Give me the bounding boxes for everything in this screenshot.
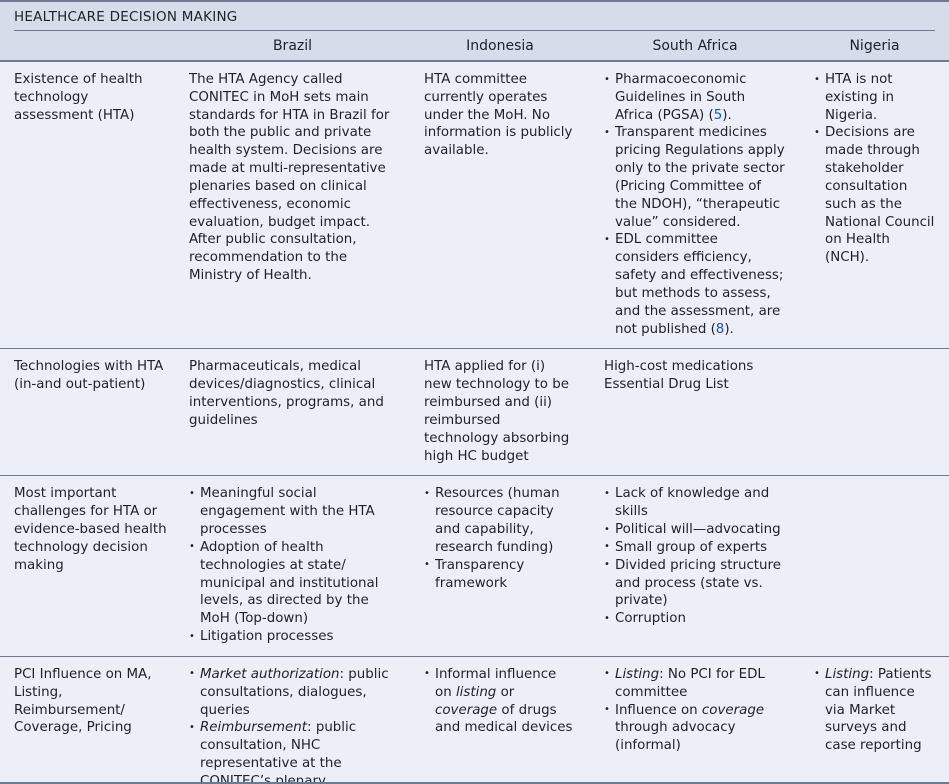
table-cell-south_africa: High-cost medications Essential Drug List [590,349,800,475]
bullet-item: Adoption of health technologies at state… [189,538,396,628]
bullet-item: Lack of knowledge and skills [604,485,786,521]
bullet-lead-term: Market authorization [200,666,340,682]
table-cell-nigeria: Listing: Patients can influence via Mark… [800,657,949,782]
table-cell-south_africa: Pharmacoeconomic Guidelines in South Afr… [590,62,800,348]
bullet-lead-term: Listing [615,666,660,682]
column-header-row: Brazil Indonesia South Africa Nigeria [0,31,949,60]
table-header: HEALTHCARE DECISION MAKING Brazil Indone… [0,2,949,62]
bullet-list: Listing: Patients can influence via Mark… [814,665,935,755]
bullet-item: Informal influence on listing or coverag… [424,665,576,737]
table-caption-row: HEALTHCARE DECISION MAKING [0,2,949,30]
table-cell-indonesia: HTA committee currently operates under t… [410,62,590,348]
bullet-item: Small group of experts [604,538,786,557]
table-cell-indonesia: HTA applied for (i) new technology to be… [410,349,590,475]
bullet-lead-term: Reimbursement [200,720,308,736]
reference-link[interactable]: 5 [714,108,723,123]
table-cell-brazil: Pharmaceuticals, medical devices/diagnos… [175,349,410,475]
table-cell-criterion: Existence of health technology assessmen… [0,62,175,348]
bullet-list: Market authorization: public consultatio… [189,665,396,782]
table-cell-criterion: Most important challenges for HTA or evi… [0,476,175,655]
bullet-emphasis: coverage [701,702,765,718]
table-row: Most important challenges for HTA or evi… [0,476,949,657]
cell-paragraph: HTA committee currently operates under t… [424,72,573,159]
table-row: Technologies with HTA (in-and out-patien… [0,349,949,477]
bullet-list: Meaningful social engagement with the HT… [189,485,396,645]
cell-paragraph: The HTA Agency called CONITEC in MoH set… [189,72,390,284]
table-caption: HEALTHCARE DECISION MAKING [14,9,238,25]
row-criterion-label: PCI Influence on MA, Listing, Reimbursem… [14,666,152,736]
cell-line: High-cost medications [604,359,754,375]
bullet-emphasis: listing [455,684,497,700]
bullet-item: Corruption [604,610,786,628]
table-row: Existence of health technology assessmen… [0,62,949,350]
table-cell-nigeria [800,349,949,475]
table-cell-criterion: PCI Influence on MA, Listing, Reimbursem… [0,657,175,782]
table-cell-nigeria [800,476,949,655]
bullet-item: EDL committee considers efficiency, safe… [604,231,786,338]
table-cell-south_africa: Lack of knowledge and skillsPolitical wi… [590,476,800,655]
table-cell-brazil: Meaningful social engagement with the HT… [175,476,410,655]
cell-paragraph: Pharmaceuticals, medical devices/diagnos… [189,359,384,428]
bullet-item: Political will—advocating [604,521,786,539]
bullet-list: Listing: No PCI for EDL committeeInfluen… [604,665,786,755]
bullet-emphasis: coverage [435,702,498,718]
table-cell-brazil: Market authorization: public consultatio… [175,657,410,782]
bullet-item: Listing: No PCI for EDL committee [604,665,786,702]
table-cell-indonesia: Informal influence on listing or coverag… [410,657,590,782]
bullet-list: Pharmacoeconomic Guidelines in South Afr… [604,70,786,338]
cell-paragraph: HTA applied for (i) new technology to be… [424,359,570,464]
healthcare-decision-making-table: HEALTHCARE DECISION MAKING Brazil Indone… [0,0,949,784]
bullet-item: Listing: Patients can influence via Mark… [814,665,935,755]
row-criterion-label: Technologies with HTA (in-and out-patien… [14,359,164,393]
bullet-item: Litigation processes [189,628,396,646]
bullet-item: Resources (human resource capacity and c… [424,485,576,556]
bullet-item: Divided pricing structure and process (s… [604,556,786,610]
bullet-list: Informal influence on listing or coverag… [424,665,576,737]
column-header-south-africa: South Africa [652,38,738,54]
column-header-nigeria: Nigeria [849,38,900,54]
bullet-item: Decisions are made through stakeholder c… [814,124,935,267]
row-criterion-label: Most important challenges for HTA or evi… [14,486,167,573]
table-cell-south_africa: Listing: No PCI for EDL committeeInfluen… [590,657,800,782]
table-cell-brazil: The HTA Agency called CONITEC in MoH set… [175,62,410,348]
table-cell-nigeria: HTA is not existing in Nigeria.Decisions… [800,62,949,348]
column-header-brazil: Brazil [272,38,313,54]
column-header-indonesia: Indonesia [466,38,534,54]
column-header-criterion [0,38,175,54]
table-row: PCI Influence on MA, Listing, Reimbursem… [0,657,949,782]
bullet-item: Transparency framework [424,556,576,593]
bullet-item: HTA is not existing in Nigeria. [814,70,935,124]
cell-line: Essential Drug List [604,377,729,393]
bullet-list: Resources (human resource capacity and c… [424,485,576,592]
bullet-item: Influence on coverage through advocacy (… [604,701,786,755]
reference-link[interactable]: 8 [716,322,725,337]
bullet-item: Market authorization: public consultatio… [189,665,396,719]
row-criterion-label: Existence of health technology assessmen… [14,72,143,123]
bullet-item: Reimbursement: public consultation, NHC … [189,719,396,782]
table-body: Existence of health technology assessmen… [0,62,949,782]
bullet-item: Meaningful social engagement with the HT… [189,485,396,538]
bullet-lead-term: Listing [825,666,870,682]
bullet-item: Transparent medicines pricing Regulation… [604,124,786,231]
table-cell-criterion: Technologies with HTA (in-and out-patien… [0,349,175,475]
bullet-item: Pharmacoeconomic Guidelines in South Afr… [604,70,786,124]
bullet-list: HTA is not existing in Nigeria.Decisions… [814,70,935,267]
table-cell-indonesia: Resources (human resource capacity and c… [410,476,590,655]
bullet-list: Lack of knowledge and skillsPolitical wi… [604,485,786,628]
